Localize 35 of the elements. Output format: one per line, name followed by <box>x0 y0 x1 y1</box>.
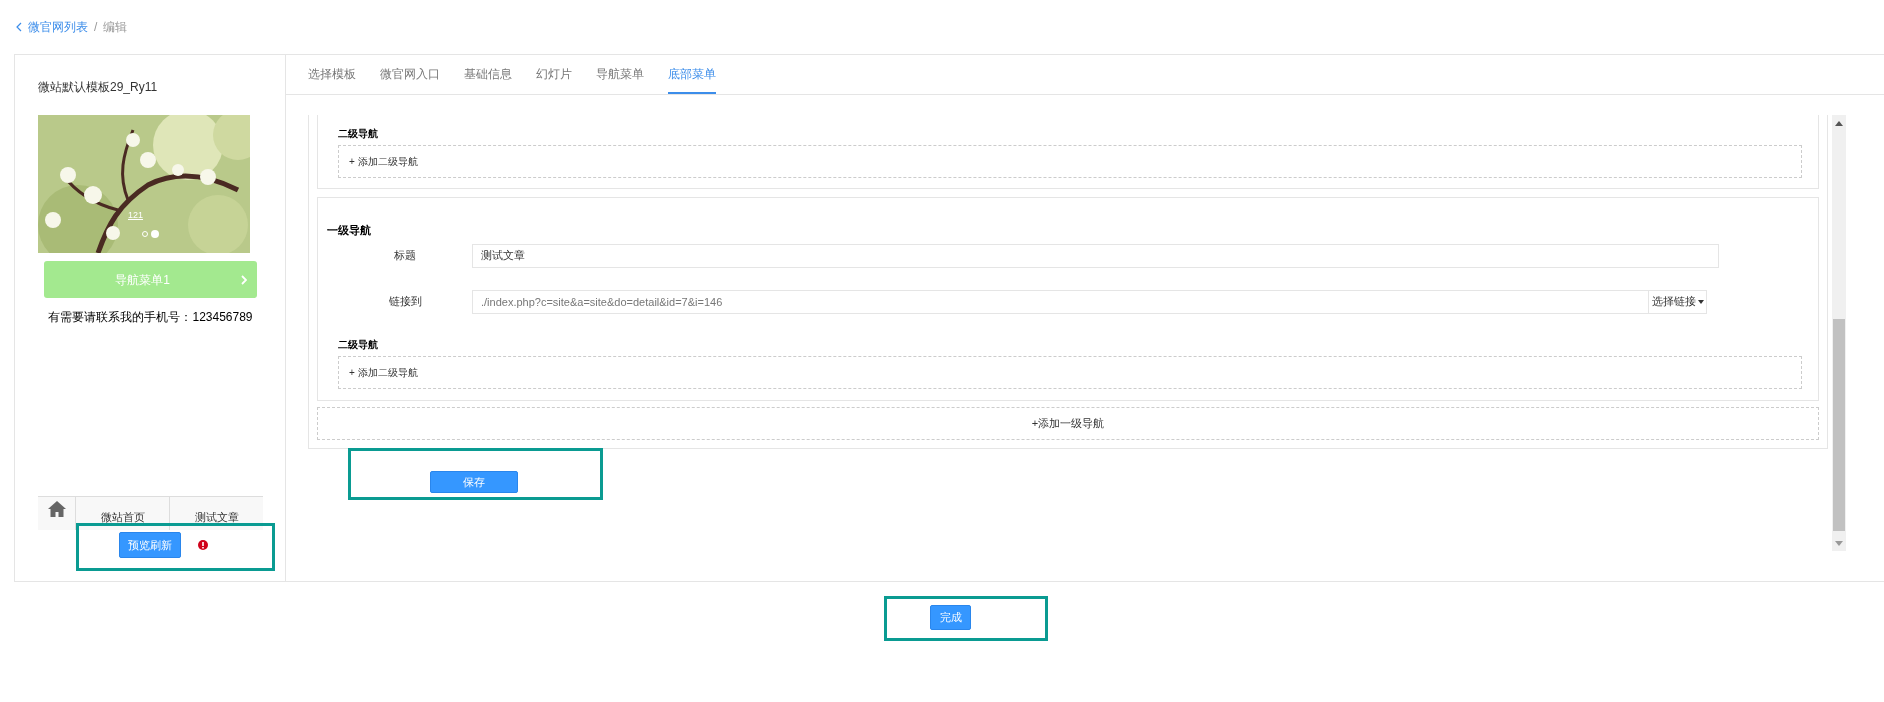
tab[interactable]: 选择模板 <box>308 65 356 94</box>
save-button[interactable]: 保存 <box>430 471 518 493</box>
scroll-thumb[interactable] <box>1833 319 1845 531</box>
field-label: 链接到 <box>387 294 423 310</box>
field-label: 标题 <box>393 248 417 264</box>
add-sub-nav-button[interactable]: + 添加二级导航 <box>338 145 1802 178</box>
title-input-field[interactable]: 测试文章 <box>472 243 1719 268</box>
finish-button[interactable]: 完成 <box>930 605 971 630</box>
preview-refresh-button[interactable]: 预览刷新 <box>119 532 181 558</box>
slide-caption: 121 <box>128 209 144 222</box>
tab[interactable]: 基础信息 <box>464 65 512 94</box>
tab[interactable]: 导航菜单 <box>596 65 644 94</box>
contact-text: 有需要请联系我的手机号：123456789 <box>47 309 254 326</box>
sub-heading: 二级导航 <box>338 127 379 141</box>
info-icon <box>198 540 208 550</box>
add-first-level-button[interactable]: +添加一级导航 <box>317 407 1819 440</box>
tab[interactable]: 底部菜单 <box>668 65 716 94</box>
caret-icon <box>1697 299 1704 304</box>
breadcrumb-current: 编辑 <box>103 19 128 36</box>
tab[interactable]: 幻灯片 <box>536 65 572 94</box>
scroll-up-icon <box>1835 121 1843 126</box>
breadcrumb-separator: / <box>94 19 98 36</box>
link-picker-button[interactable]: 选择链接 <box>1649 289 1707 314</box>
scroll-down-icon <box>1835 541 1843 546</box>
add-sub-nav-button[interactable]: + 添加二级导航 <box>338 355 1802 389</box>
section-heading: 一级导航 <box>327 223 372 238</box>
bottom-nav-item[interactable]: 测试文章 <box>169 497 263 530</box>
tab[interactable]: 微官网入口 <box>380 65 440 94</box>
sub-heading: 二级导航 <box>338 337 379 352</box>
template-name: 微站默认模板29_Ry11 <box>38 79 158 96</box>
bottom-nav-item[interactable]: 微站首页 <box>75 497 169 530</box>
chevron-left-icon <box>16 22 22 32</box>
chevron-right-icon <box>241 274 247 285</box>
back-link[interactable]: 微官网列表 <box>16 18 88 36</box>
link-input-field[interactable]: ./index.php?c=site&a=site&do=detail&id=7&i=146 <box>472 289 1649 314</box>
